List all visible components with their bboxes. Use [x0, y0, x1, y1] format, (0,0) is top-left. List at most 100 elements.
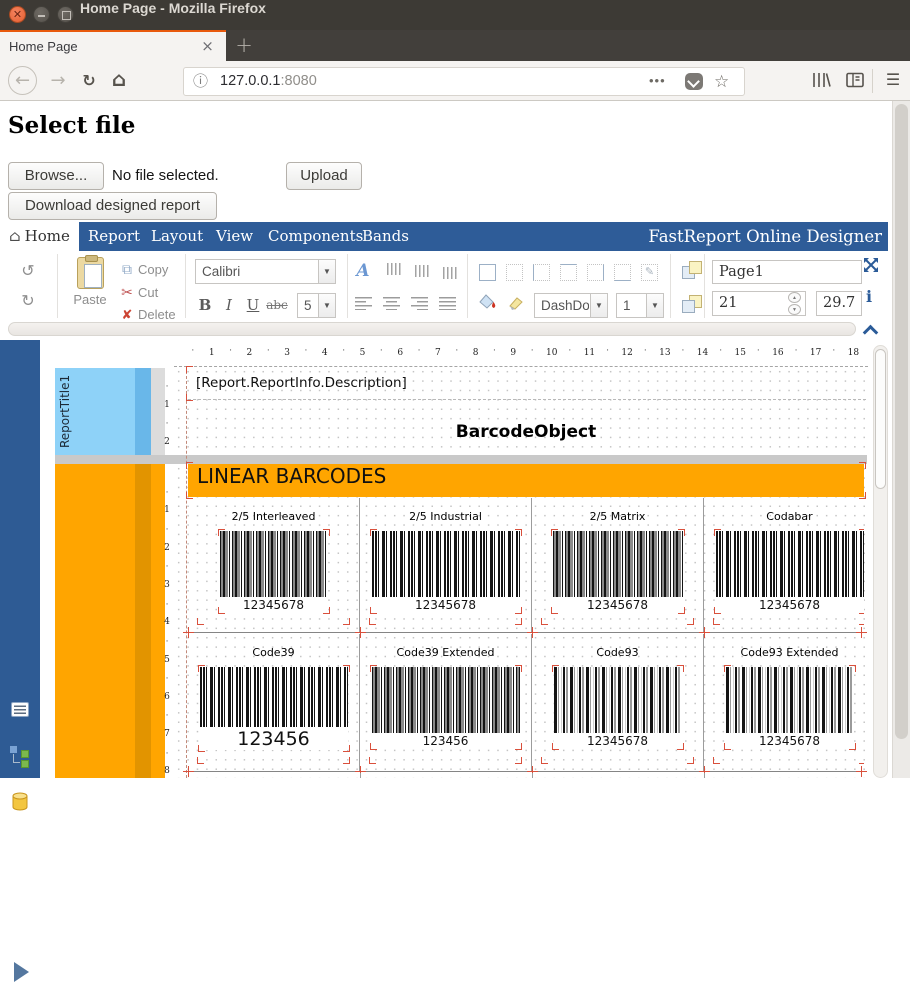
selection-corner — [714, 529, 721, 536]
data-source-icon[interactable] — [11, 792, 29, 811]
window-close-button[interactable]: ✕ — [9, 6, 26, 23]
menu-tab-components[interactable]: Components — [268, 222, 363, 251]
menu-tab-layout[interactable]: Layout — [151, 222, 203, 251]
preview-play-icon[interactable] — [14, 962, 29, 982]
copy-button[interactable]: ⧉Copy — [118, 261, 182, 278]
valign-bottom-button[interactable] — [442, 263, 459, 279]
menu-tab-report[interactable]: Report — [88, 222, 140, 251]
align-justify-button[interactable] — [439, 297, 456, 310]
home-button[interactable]: ⌂ — [106, 65, 132, 94]
properties-icon[interactable] — [11, 702, 29, 717]
barcode-object[interactable]: 12345678 — [372, 531, 520, 612]
menu-tab-view[interactable]: View — [216, 222, 253, 251]
description-text-object[interactable]: [Report.ReportInfo.Description] — [188, 368, 866, 400]
bookmark-star-icon[interactable]: ☆ — [714, 68, 729, 95]
report-tree-icon[interactable] — [10, 746, 30, 766]
font-family-select[interactable]: Calibri ▼ — [195, 259, 336, 284]
section-header-bar[interactable]: LINEAR BARCODES — [188, 464, 864, 497]
designer-scrollbar-thumb[interactable] — [875, 349, 886, 489]
cut-button[interactable]: ✂Cut — [118, 284, 182, 301]
barcode-object[interactable]: 123456 — [200, 667, 348, 750]
border-edit-button[interactable]: ✎ — [641, 264, 658, 281]
valign-middle-button[interactable] — [414, 263, 431, 279]
border-right-button[interactable] — [587, 264, 604, 281]
border-left-button[interactable] — [533, 264, 550, 281]
fill-color-icon[interactable] — [479, 294, 498, 311]
font-size-select[interactable]: 5 ▼ — [297, 293, 336, 318]
barcode-cell[interactable]: 2/5 Matrix 12345678 — [532, 498, 704, 632]
hamburger-menu-icon[interactable]: ☰ — [880, 65, 906, 94]
redo-button[interactable]: ↻ — [18, 291, 38, 311]
new-tab-button[interactable]: + — [230, 31, 258, 60]
browser-scrollbar[interactable] — [892, 101, 910, 778]
stepper-down-icon[interactable]: ▼ — [788, 304, 801, 315]
font-color-button[interactable]: A — [352, 259, 374, 283]
menu-tab-home[interactable]: ⌂Home — [0, 222, 79, 251]
url-text[interactable]: 127.0.0.1:8080 — [220, 68, 317, 95]
barcode-object[interactable]: 12345678 — [553, 531, 683, 612]
border-all-button[interactable] — [479, 264, 496, 281]
page-name-input[interactable]: Page1 — [712, 260, 862, 284]
barcode-cell[interactable]: Code39 Extended 123456 — [360, 634, 532, 771]
stepper-up-icon[interactable]: ▲ — [788, 292, 801, 303]
width-stepper[interactable]: ▲ ▼ — [788, 292, 802, 315]
barcode-cell[interactable]: Code93 12345678 — [532, 634, 704, 771]
library-icon[interactable] — [810, 69, 832, 91]
barcode-cell[interactable]: Codabar 12345678 — [704, 498, 864, 632]
browser-scrollbar-thumb[interactable] — [895, 104, 908, 739]
send-to-back-button[interactable] — [682, 295, 702, 313]
report-title-text[interactable]: BarcodeObject — [188, 422, 864, 442]
italic-button[interactable]: I — [218, 293, 240, 317]
tab-close-icon[interactable]: × — [199, 38, 216, 55]
band-separator[interactable] — [55, 455, 867, 464]
bold-button[interactable]: B — [194, 293, 216, 317]
designer-brand: FastReport Online Designer — [648, 222, 882, 251]
menu-tab-bands[interactable]: Bands — [362, 222, 409, 251]
window-maximize-button[interactable] — [57, 6, 74, 23]
underline-button[interactable]: U — [242, 293, 264, 317]
align-center-button[interactable] — [383, 297, 400, 310]
line-style-select[interactable]: DashDo ▼ — [534, 293, 608, 318]
page-height-input[interactable]: 29.7 — [816, 291, 862, 316]
window-minimize-button[interactable] — [33, 6, 50, 23]
valign-top-button[interactable] — [386, 263, 403, 279]
barcode-object[interactable]: 12345678 — [716, 531, 864, 612]
sidebar-toggle-icon[interactable] — [844, 69, 866, 91]
delete-button[interactable]: ✘Delete — [118, 307, 182, 323]
designer-vertical-scrollbar[interactable] — [873, 345, 888, 778]
tab-home-page[interactable]: Home Page × — [0, 30, 226, 61]
barcode-object[interactable]: 12345678 — [726, 667, 854, 748]
page-actions-icon[interactable]: ••• — [649, 68, 666, 95]
barcode-object[interactable]: 12345678 — [554, 667, 682, 748]
bring-to-front-button[interactable] — [682, 261, 702, 279]
strikethrough-button[interactable]: abc — [266, 293, 288, 317]
barcode-cell[interactable]: Code93 Extended 12345678 — [704, 634, 864, 771]
upload-button[interactable]: Upload — [286, 162, 362, 190]
border-bottom-button[interactable] — [614, 264, 631, 281]
site-info-icon[interactable]: ⓘ — [193, 72, 208, 91]
expand-icon[interactable] — [863, 257, 879, 273]
download-report-button[interactable]: Download designed report — [8, 192, 217, 220]
border-none-button[interactable] — [506, 264, 523, 281]
barcode-object[interactable]: 123456 — [372, 667, 520, 748]
reload-button[interactable]: ↻ — [76, 66, 102, 95]
align-right-button[interactable] — [411, 297, 428, 310]
url-bar[interactable]: ⓘ 127.0.0.1:8080 ••• ☆ — [183, 67, 745, 96]
barcode-cell[interactable]: 2/5 Interleaved 12345678 — [188, 498, 360, 632]
line-width-select[interactable]: 1 ▼ — [616, 293, 664, 318]
back-button[interactable]: ← — [8, 66, 37, 95]
forward-button[interactable]: → — [45, 66, 71, 95]
barcode-cell[interactable]: 2/5 Industrial 12345678 — [360, 498, 532, 632]
paste-button[interactable]: Paste — [68, 257, 112, 307]
browse-button[interactable]: Browse... — [8, 162, 104, 190]
align-left-button[interactable] — [355, 297, 372, 310]
border-top-button[interactable] — [560, 264, 577, 281]
barcode-cell[interactable]: Code39 123456 — [188, 634, 360, 771]
ribbon-scrollbar[interactable] — [8, 322, 856, 336]
brush-icon[interactable] — [507, 295, 525, 310]
pocket-icon[interactable] — [685, 73, 703, 90]
ribbon-collapse-chevron-icon[interactable] — [864, 324, 876, 336]
data-band-header[interactable] — [55, 464, 135, 778]
undo-button[interactable]: ↺ — [18, 261, 38, 281]
barcode-object[interactable]: 12345678 — [220, 531, 328, 612]
